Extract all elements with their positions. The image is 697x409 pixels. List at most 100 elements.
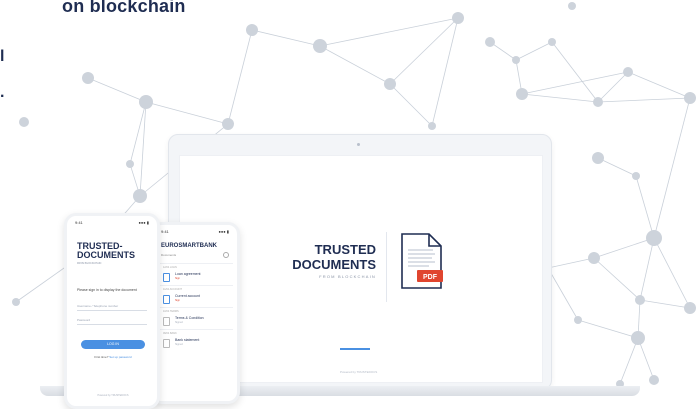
network-node (635, 295, 645, 305)
network-edge (389, 83, 433, 127)
network-node (512, 56, 520, 64)
sign-in-instruction: Please sign in to display the document (77, 288, 137, 292)
username-field[interactable]: Username / Telephone number (77, 302, 147, 311)
status-time: 9:41 (161, 229, 169, 234)
app-title: TRUSTED- DOCUMENTS (77, 242, 135, 260)
phone-login: 9:41 ●●● ▮ TRUSTED- DOCUMENTS FROM BLOCK… (64, 213, 160, 409)
document-status: Sign (175, 299, 181, 302)
status-signal: ●●● ▮ (138, 220, 149, 225)
network-edge (515, 41, 553, 61)
status-signal: ●●● ▮ (218, 229, 229, 234)
screen-footer: Powered by TRUSTEDOCS (340, 370, 378, 374)
document-name: Terms & Condition (175, 316, 204, 320)
brand-title-line: DOCUMENTS (292, 257, 376, 272)
network-edge (627, 71, 691, 99)
network-node (19, 117, 29, 127)
brand-title: TRUSTED DOCUMENTS (252, 242, 376, 272)
network-edge (389, 17, 459, 85)
network-node (568, 2, 576, 10)
network-node (428, 122, 436, 130)
document-icon (163, 339, 170, 348)
network-edge (577, 319, 639, 339)
document-list-item[interactable]: 12/04 LOAN Loan agreement Sign (159, 263, 233, 286)
network-edge (653, 237, 691, 309)
network-edge (145, 101, 229, 125)
network-node (139, 95, 153, 109)
network-edge (639, 299, 691, 309)
network-node (126, 160, 134, 168)
network-node (12, 298, 20, 306)
network-edge (547, 267, 579, 321)
document-date: 09/04 BANK (163, 332, 177, 335)
network-edge (653, 97, 691, 239)
network-edge (521, 93, 599, 103)
network-edge (227, 29, 253, 125)
pdf-badge-label: PDF (423, 274, 438, 281)
network-edge (619, 337, 639, 385)
network-edge (593, 257, 641, 301)
network-node (632, 172, 640, 180)
network-node (623, 67, 633, 77)
loading-bar (340, 348, 370, 350)
network-edge (87, 77, 147, 103)
document-list-item[interactable]: 11/04 ACCOUNT Current account Sign (159, 285, 233, 308)
document-icon (163, 295, 170, 304)
network-node (574, 316, 582, 324)
document-status: Signed (175, 321, 183, 324)
network-edge (635, 175, 655, 239)
document-name: Loan agreement (175, 272, 201, 276)
network-edge (319, 45, 391, 85)
app-subtitle: FROM BLOCKCHAIN (77, 262, 102, 265)
app-title-line: DOCUMENTS (77, 250, 135, 260)
password-field[interactable]: Password (77, 316, 147, 325)
network-node (384, 78, 396, 90)
network-edge (431, 17, 459, 127)
network-node (631, 331, 645, 345)
pdf-document-icon[interactable]: PDF (399, 232, 445, 292)
network-edge (129, 101, 147, 165)
network-node (452, 12, 464, 24)
cropped-text-fragment: l (0, 48, 5, 65)
document-icon (163, 273, 170, 282)
document-status: Sign (175, 277, 181, 280)
network-edge (551, 41, 599, 103)
document-date: 11/04 ACCOUNT (163, 288, 182, 291)
network-edge (139, 101, 147, 197)
network-node (646, 230, 662, 246)
network-edge (597, 97, 691, 103)
network-edge (639, 237, 655, 301)
network-node (684, 302, 696, 314)
network-edge (597, 157, 637, 177)
network-node (649, 375, 659, 385)
network-node (592, 152, 604, 164)
network-node (485, 37, 495, 47)
network-node (313, 39, 327, 53)
document-name: Bank statement (175, 338, 200, 342)
login-button[interactable]: LOG IN (81, 340, 145, 349)
document-name: Current account (175, 294, 200, 298)
document-status: Signed (175, 343, 183, 346)
laptop-camera (357, 143, 360, 146)
search-icon[interactable] (223, 252, 229, 258)
divider (386, 232, 387, 302)
network-edge (521, 71, 629, 95)
document-icon (163, 317, 170, 326)
document-date: 10/04 TERMS (163, 310, 179, 313)
network-node (548, 38, 556, 46)
bank-name: EUROSMARTBANK (161, 243, 217, 249)
network-node (588, 252, 600, 264)
network-node (516, 88, 528, 100)
document-list-item[interactable]: 10/04 TERMS Terms & Condition Signed (159, 307, 233, 330)
network-edge (251, 29, 321, 47)
network-node (246, 24, 258, 36)
brand-subtitle: FROM BLOCKCHAIN (319, 274, 376, 279)
first-time-text: First time? Set up password (77, 355, 149, 359)
set-up-password-link[interactable]: Set up password (109, 355, 131, 359)
network-node (133, 189, 147, 203)
network-edge (597, 71, 629, 103)
section-label: Documents (161, 253, 177, 257)
phone-documents-list: 9:41 ●●● ▮ EUROSMARTBANK Documents 12/04… (150, 222, 240, 404)
network-node (684, 92, 696, 104)
document-list-item[interactable]: 09/04 BANK Bank statement Signed (159, 329, 233, 352)
status-time: 9:41 (75, 220, 83, 225)
